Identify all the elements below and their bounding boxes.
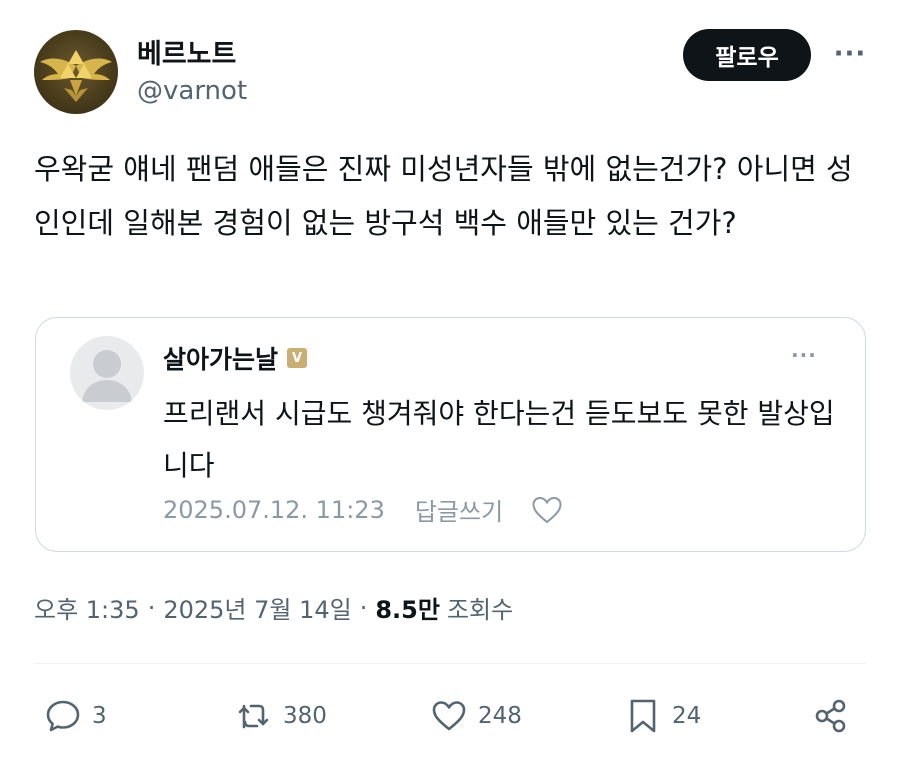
views-count: 8.5만 xyxy=(375,596,440,624)
emblem-logo-icon xyxy=(40,50,112,102)
post-time[interactable]: 오후 1:35 xyxy=(34,590,140,625)
post-date[interactable]: 2025년 7월 14일 xyxy=(163,590,351,625)
bookmark-icon xyxy=(630,699,656,733)
quote-author-avatar xyxy=(70,336,144,410)
bookmark-button[interactable]: 24 xyxy=(624,694,701,738)
follow-button[interactable]: 팔로우 xyxy=(683,29,811,81)
default-user-icon xyxy=(82,350,132,402)
author-display-name[interactable]: 베르노트 xyxy=(137,32,236,71)
share-nodes-icon xyxy=(815,699,846,733)
quote-text: 프리랜서 시급도 챙겨줘야 한다는건 듣도보도 못한 발상입니다 xyxy=(163,397,835,482)
views-label: 조회수 xyxy=(446,596,514,624)
heart-outline-icon[interactable] xyxy=(531,495,563,525)
repost-arrows-icon xyxy=(238,704,269,729)
repost-count: 380 xyxy=(283,703,327,729)
quoted-post-card[interactable]: 살아가는날 V ··· 프리랜서 시급도 챙겨줘야 한다는건 듣도보도 못한 발… xyxy=(35,317,866,552)
more-options-button[interactable]: ··· xyxy=(830,38,870,70)
divider xyxy=(34,663,866,664)
like-count: 248 xyxy=(478,703,522,729)
like-button[interactable]: 248 xyxy=(430,694,522,738)
quote-author-name-text: 살아가는날 xyxy=(163,345,279,374)
quote-reply-link[interactable]: 답글쓰기 xyxy=(415,492,503,527)
author-avatar[interactable] xyxy=(34,30,118,114)
meta-separator: · xyxy=(359,593,368,622)
author-handle[interactable]: @varnot xyxy=(137,76,247,106)
verified-badge-icon: V xyxy=(287,348,308,368)
share-button[interactable] xyxy=(812,694,860,738)
quote-date: 2025.07.12. 11:23 xyxy=(163,495,385,524)
heart-icon xyxy=(432,701,466,731)
quote-more-icon[interactable]: ··· xyxy=(791,343,817,367)
post-meta: 오후 1:35 · 2025년 7월 14일 · 8.5만 조회수 xyxy=(34,590,513,625)
reply-button[interactable]: 3 xyxy=(44,694,107,738)
quote-author-name: 살아가는날 V xyxy=(163,340,308,376)
quote-meta: 2025.07.12. 11:23 답글쓰기 xyxy=(163,492,563,527)
repost-button[interactable]: 380 xyxy=(235,694,327,738)
meta-separator: · xyxy=(147,593,156,622)
speech-bubble-icon xyxy=(46,700,80,732)
post-text: 우왁굳 얘네 팬덤 애들은 진짜 미성년자들 밖에 없는건가? 아니면 성인인데… xyxy=(34,152,853,240)
bookmark-count: 24 xyxy=(672,703,702,729)
reply-count: 3 xyxy=(92,703,107,729)
